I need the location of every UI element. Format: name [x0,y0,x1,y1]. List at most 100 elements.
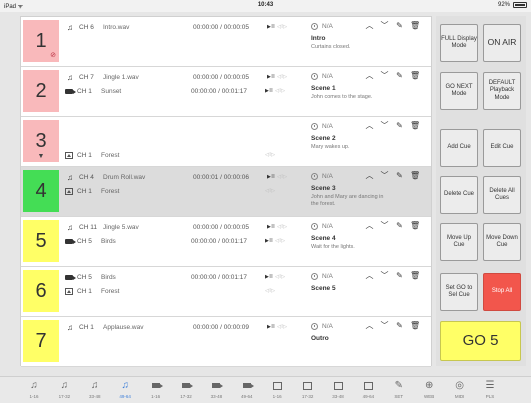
fade-icon[interactable]: ◁I▷ [275,274,286,280]
track-transport-controls[interactable]: ▶II ◁I▷ [267,324,288,330]
pencil-icon[interactable]: ✎ [395,21,404,30]
channel-tab-set-12[interactable]: ✎ SET [388,380,410,402]
track-transport-controls[interactable]: ▶II ◁I▷ [267,74,288,80]
go-button[interactable]: GO 5 [440,321,521,361]
fade-icon[interactable]: ◁I▷ [277,24,288,30]
channel-tab-music-1[interactable]: ♫ 17-32 [53,380,75,402]
move-up-cue-button[interactable]: Move Up Cue [440,223,478,261]
cue-row[interactable]: 1 ⊘ ♫ CH 6 Intro.wav 00:00:00 / 00:00:05 ▶II ◁… [21,17,431,67]
play-pause-icon[interactable]: ▶II [267,24,275,30]
add-cue-button[interactable]: Add Cue [440,129,478,167]
cue-track[interactable]: CH 1 Sunset 00:00:00 / 00:01:17 ▶II ◁I▷ [65,85,315,97]
track-transport-controls[interactable]: ▶II ◁I▷ [265,238,286,244]
cue-row[interactable]: 5 ♫ CH 11 Jingle 5.wav 00:00:00 / 00:00:05 ▶I… [21,217,431,267]
channel-tab-video-7[interactable]: 49-64 [236,380,258,402]
trash-icon[interactable]: 🗑 [410,221,420,230]
trash-icon[interactable]: 🗑 [410,321,420,330]
play-pause-icon[interactable]: ▶II [265,274,273,280]
move-down-icon[interactable]: ﹀ [380,220,389,231]
move-up-icon[interactable]: ︿ [365,120,374,131]
cue-track[interactable]: CH 1 Forest ◁I▷ [65,149,315,161]
trash-icon[interactable]: 🗑 [410,271,420,280]
cue-track[interactable]: CH 5 Birds 00:00:00 / 00:01:17 ▶II ◁I▷ [65,235,315,247]
move-down-cue-button[interactable]: Move Down Cue [483,223,521,261]
trash-icon[interactable]: 🗑 [410,21,420,30]
move-up-icon[interactable]: ︿ [365,320,374,331]
move-up-icon[interactable]: ︿ [365,170,374,181]
channel-tab-image-11[interactable]: 49-64 [357,380,379,402]
channel-tab-video-5[interactable]: 17-32 [175,380,197,402]
cue-track[interactable]: ♫ CH 4 Drum Roll.wav 00:00:01 / 00:00:06 ▶II… [65,171,315,183]
pencil-icon[interactable]: ✎ [395,171,404,180]
move-down-icon[interactable]: ﹀ [380,270,389,281]
move-down-icon[interactable]: ﹀ [380,70,389,81]
fade-icon[interactable]: ◁I▷ [277,324,288,330]
cue-track[interactable]: ♫ CH 6 Intro.wav 00:00:00 / 00:00:05 ▶II ◁I▷ [65,21,315,33]
track-transport-controls[interactable]: ▶II ◁I▷ [265,274,286,280]
channel-tab-pls-15[interactable]: ☰ PLS [479,380,501,402]
cue-number-tile[interactable]: 7 [23,320,59,362]
channel-tab-music-0[interactable]: ♫ 1-16 [23,380,45,402]
fade-icon[interactable]: ◁I▷ [277,74,288,80]
fade-icon[interactable]: ◁I▷ [275,88,286,94]
on-air-button[interactable]: ON AIR [483,24,521,62]
play-pause-icon[interactable]: ▶II [265,88,273,94]
cue-track[interactable]: ♫ CH 7 Jingle 1.wav 00:00:00 / 00:00:05 ▶II … [65,71,315,83]
fade-icon[interactable]: ◁I▷ [265,288,276,294]
go-next-mode-button[interactable]: GO NEXT Mode [440,72,478,110]
channel-tab-web-13[interactable]: ⊕ WEB [418,380,440,402]
track-transport-controls[interactable]: ▶II ◁I▷ [267,24,288,30]
cue-track[interactable]: CH 5 Birds 00:00:00 / 00:01:17 ▶II ◁I▷ [65,271,315,283]
fade-icon[interactable]: ◁I▷ [277,224,288,230]
cue-number-tile[interactable]: 6 [23,270,59,312]
delete-all-cues-button[interactable]: Delete All Cues [483,176,521,214]
fade-icon[interactable]: ◁I▷ [277,174,288,180]
channel-tab-image-10[interactable]: 33-48 [327,380,349,402]
track-transport-controls[interactable]: ◁I▷ [265,188,276,194]
delete-cue-button[interactable]: Delete Cue [440,176,478,214]
full-display-mode-button[interactable]: FULL Display Mode [440,24,478,62]
set-go-to-selected-cue-button[interactable]: Set GO to Sel Cue [440,273,478,311]
trash-icon[interactable]: 🗑 [410,121,420,130]
channel-tab-video-6[interactable]: 33-48 [205,380,227,402]
move-up-icon[interactable]: ︿ [365,270,374,281]
move-up-icon[interactable]: ︿ [365,70,374,81]
channel-tab-music-3[interactable]: ♫ 49-64 [114,380,136,402]
move-up-icon[interactable]: ︿ [365,220,374,231]
channel-tab-image-9[interactable]: 17-32 [297,380,319,402]
move-down-icon[interactable]: ﹀ [380,320,389,331]
channel-tab-music-2[interactable]: ♫ 33-48 [84,380,106,402]
play-pause-icon[interactable]: ▶II [267,224,275,230]
track-transport-controls[interactable]: ◁I▷ [265,288,276,294]
cue-track[interactable]: CH 1 Forest ◁I▷ [65,285,315,297]
stop-all-button[interactable]: Stop All [483,273,521,311]
cue-number-tile[interactable]: 4 [23,170,59,212]
pencil-icon[interactable]: ✎ [395,271,404,280]
track-transport-controls[interactable]: ▶II ◁I▷ [267,224,288,230]
pencil-icon[interactable]: ✎ [395,71,404,80]
pencil-icon[interactable]: ✎ [395,221,404,230]
play-pause-icon[interactable]: ▶II [265,238,273,244]
move-down-icon[interactable]: ﹀ [380,170,389,181]
cue-row[interactable]: 6 CH 5 Birds 00:00:00 / 00:01:17 ▶II ◁I▷ CH 1… [21,267,431,317]
cue-number-tile[interactable]: 1 ⊘ [23,20,59,62]
play-pause-icon[interactable]: ▶II [267,324,275,330]
move-down-icon[interactable]: ﹀ [380,120,389,131]
cue-number-tile[interactable]: 5 [23,220,59,262]
pencil-icon[interactable]: ✎ [395,121,404,130]
cue-row[interactable]: 3 ▼ CH 1 Forest ◁I▷ N/A Scene 2 Mary wakes up. ︿… [21,117,431,167]
edit-cue-button[interactable]: Edit Cue [483,129,521,167]
trash-icon[interactable]: 🗑 [410,171,420,180]
play-pause-icon[interactable]: ▶II [267,74,275,80]
play-pause-icon[interactable]: ▶II [267,174,275,180]
fade-icon[interactable]: ◁I▷ [265,152,276,158]
cue-row[interactable]: 4 ♫ CH 4 Drum Roll.wav 00:00:01 / 00:00:06 ▶I… [21,167,431,217]
cue-track[interactable]: CH 1 Forest ◁I▷ [65,185,315,197]
cue-track[interactable]: ♫ CH 1 Applause.wav 00:00:00 / 00:00:09 ▶II … [65,321,315,333]
channel-tab-midi-14[interactable]: ◎ MIDI [449,380,471,402]
cue-row[interactable]: 7 ♫ CH 1 Applause.wav 00:00:00 / 00:00:09 ▶II… [21,317,431,367]
move-up-icon[interactable]: ︿ [365,20,374,31]
trash-icon[interactable]: 🗑 [410,71,420,80]
cue-number-tile[interactable]: 3 ▼ [23,120,59,162]
channel-tab-video-4[interactable]: 1-16 [145,380,167,402]
